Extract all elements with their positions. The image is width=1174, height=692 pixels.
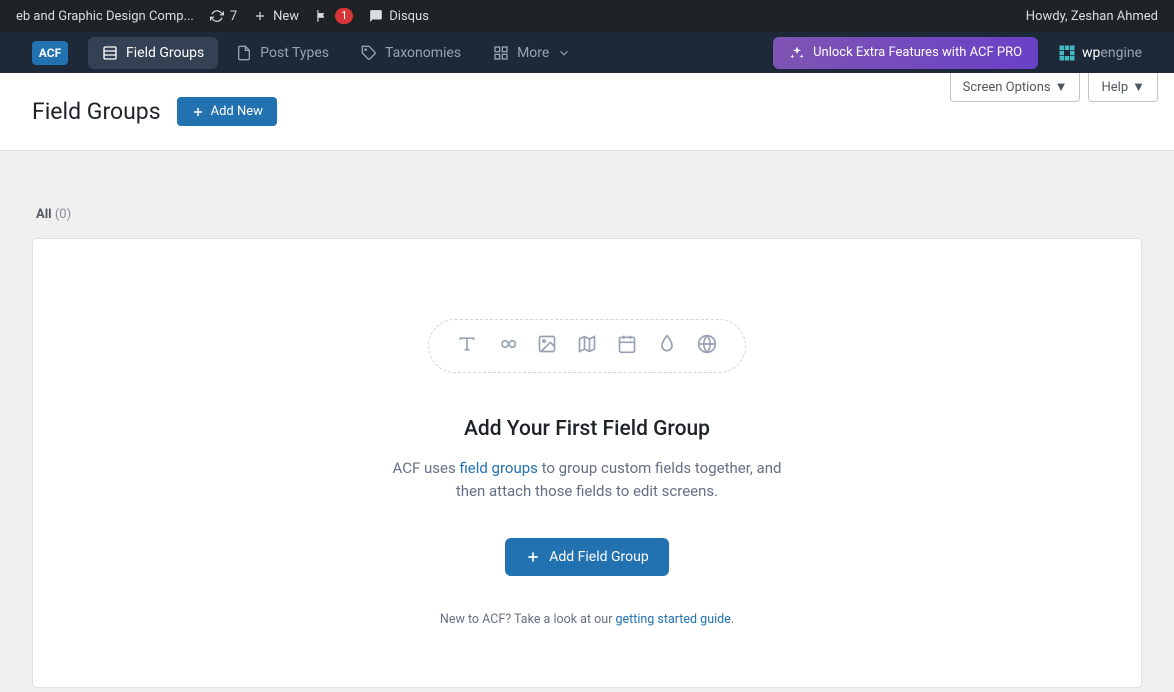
tab-label: Post Types: [260, 45, 329, 61]
sparkle-icon: [789, 45, 805, 61]
text-icon: [457, 334, 477, 358]
notification-badge: 1: [335, 8, 353, 24]
adminbar-site-title[interactable]: eb and Graphic Design Comp...: [8, 0, 202, 32]
add-new-label: Add New: [211, 104, 263, 119]
field-type-icons-pill: [428, 319, 746, 373]
filter-tabs: All (0): [32, 207, 1142, 222]
help-button[interactable]: Help ▼: [1088, 73, 1158, 102]
droplet-icon: [657, 334, 677, 358]
pro-label: Unlock Extra Features with ACF PRO: [813, 45, 1022, 60]
add-new-button[interactable]: Add New: [177, 97, 277, 126]
add-field-group-button[interactable]: Add Field Group: [505, 538, 668, 576]
adminbar-howdy[interactable]: Howdy, Zeshan Ahmed: [1018, 0, 1166, 32]
wpengine-logo[interactable]: wpengine: [1058, 44, 1142, 62]
updates-count: 7: [230, 9, 237, 24]
triangle-down-icon: ▼: [1055, 79, 1068, 95]
globe-icon: [697, 334, 717, 358]
triangle-down-icon: ▼: [1132, 79, 1145, 95]
calendar-icon: [617, 334, 637, 358]
add-field-group-label: Add Field Group: [549, 549, 648, 565]
new-label: New: [273, 9, 299, 24]
tab-more[interactable]: More: [479, 37, 585, 69]
grid-icon: [493, 45, 509, 61]
wpengine-icon: [1058, 44, 1076, 62]
wp-admin-bar: eb and Graphic Design Comp... 7 New 1 Di…: [0, 0, 1174, 32]
acf-top-nav: ACF Field Groups Post Types Taxonomies M…: [0, 32, 1174, 73]
layout-icon: [102, 45, 118, 61]
unlock-pro-button[interactable]: Unlock Extra Features with ACF PRO: [773, 37, 1038, 69]
document-icon: [236, 45, 252, 61]
comment-icon: [369, 9, 383, 23]
tag-icon: [361, 45, 377, 61]
tab-label: Field Groups: [126, 45, 204, 61]
empty-state-description: ACF uses field groups to group custom fi…: [377, 457, 797, 502]
content-area: All (0) Add Your First Field Group ACF u…: [0, 151, 1174, 688]
plus-icon: [253, 9, 267, 23]
adminbar-notifications[interactable]: 1: [307, 0, 361, 32]
plus-icon: [525, 549, 541, 565]
chevron-down-icon: [557, 46, 571, 60]
plus-icon: [191, 105, 205, 119]
tab-label: More: [517, 45, 549, 61]
field-groups-link[interactable]: field groups: [459, 459, 537, 477]
adminbar-new[interactable]: New: [245, 0, 307, 32]
refresh-icon: [210, 9, 224, 23]
adminbar-updates[interactable]: 7: [202, 0, 245, 32]
screen-options-button[interactable]: Screen Options ▼: [950, 73, 1081, 102]
tab-taxonomies[interactable]: Taxonomies: [347, 37, 475, 69]
tab-field-groups[interactable]: Field Groups: [88, 37, 218, 69]
empty-state-title: Add Your First Field Group: [73, 417, 1101, 441]
acf-logo[interactable]: ACF: [32, 41, 68, 65]
image-icon: [537, 334, 557, 358]
getting-started-link[interactable]: getting started guide: [616, 612, 731, 627]
disqus-label: Disqus: [389, 9, 429, 24]
filter-all[interactable]: All (0): [36, 207, 71, 222]
flag-icon: [315, 9, 329, 23]
page-title: Field Groups: [32, 98, 161, 125]
tab-label: Taxonomies: [385, 45, 461, 61]
adminbar-disqus[interactable]: Disqus: [361, 0, 437, 32]
map-icon: [577, 334, 597, 358]
empty-state-card: Add Your First Field Group ACF uses fiel…: [32, 238, 1142, 688]
empty-state-help-text: New to ACF? Take a look at our getting s…: [73, 612, 1101, 627]
infinity-icon: [497, 334, 517, 358]
tab-post-types[interactable]: Post Types: [222, 37, 343, 69]
